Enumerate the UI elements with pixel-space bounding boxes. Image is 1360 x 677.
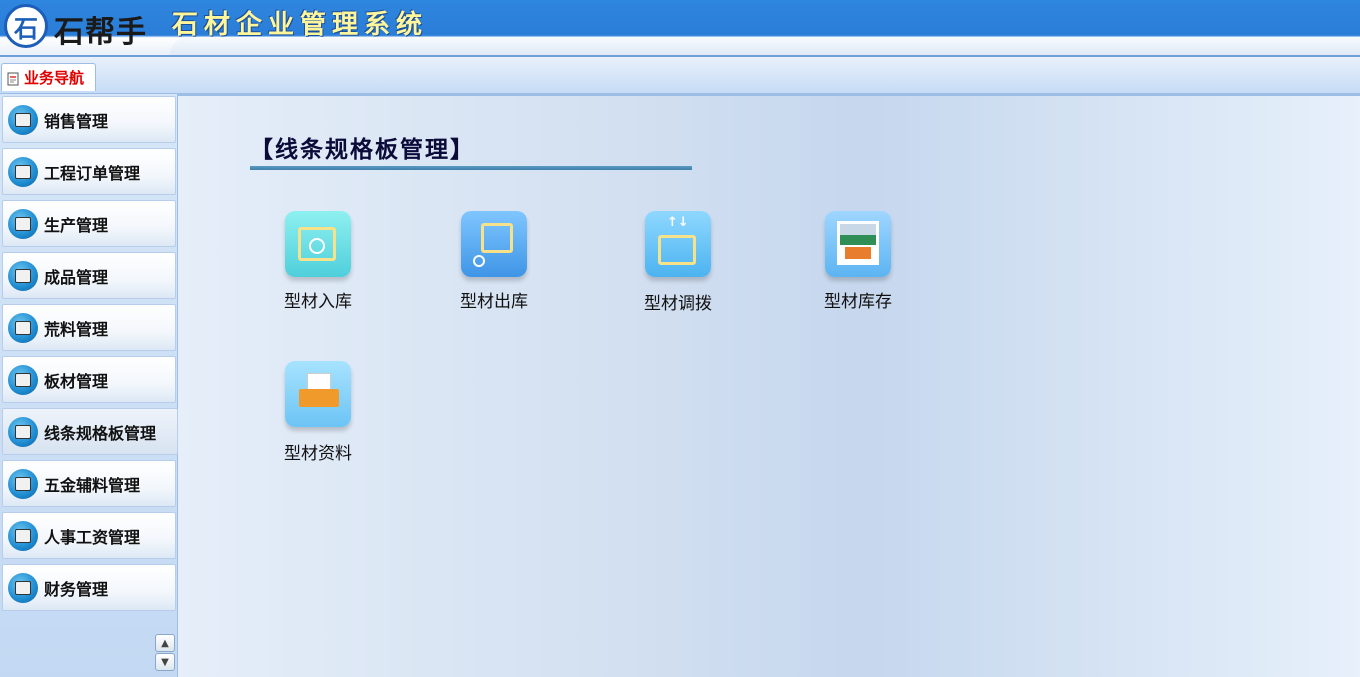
title-underline [250, 166, 692, 170]
tile-profile-transfer[interactable]: ↑↓ 型材调拨 [623, 211, 733, 314]
scroll-up-button[interactable]: ▲ [155, 634, 175, 652]
system-title: 石材企业管理系统 [172, 10, 429, 40]
sidebar-item-sales[interactable]: 销售管理 [2, 96, 176, 143]
line-board-icon [8, 416, 38, 447]
sidebar-item-label: 生产管理 [44, 215, 109, 235]
tile-label: 型材入库 [284, 292, 352, 312]
sidebar-item-label: 线条规格板管理 [44, 423, 157, 443]
scroll-down-button[interactable]: ▼ [155, 653, 175, 671]
hr-icon [8, 520, 38, 551]
sidebar-item-label: 财务管理 [44, 579, 109, 599]
chevron-down-icon: ▼ [161, 656, 169, 668]
clipboard-icon [6, 71, 20, 85]
slab-icon [8, 364, 38, 395]
tile-label: 型材资料 [284, 444, 352, 464]
sidebar-item-label: 板材管理 [44, 371, 109, 391]
hardware-icon [8, 468, 38, 499]
sidebar-item-label: 工程订单管理 [44, 163, 141, 183]
sidebar-item-hardware[interactable]: 五金辅料管理 [2, 460, 176, 507]
brand-name: 石帮手 [54, 15, 147, 50]
app-header: 石 石帮手 石材企业管理系统 [0, 0, 1360, 57]
logo-icon: 石 [4, 4, 48, 48]
sidebar-item-finished-goods[interactable]: 成品管理 [2, 252, 176, 299]
warehouse-in-icon [285, 211, 351, 277]
sidebar-item-production[interactable]: 生产管理 [2, 200, 176, 247]
sales-icon [8, 104, 38, 135]
sidebar-item-slabs[interactable]: 板材管理 [2, 356, 176, 403]
documents-icon [285, 361, 351, 427]
sidebar-item-label: 荒料管理 [44, 319, 109, 339]
transfer-icon: ↑↓ [645, 211, 711, 277]
page-title: 【线条规格板管理】 [250, 136, 475, 163]
tab-label: 业务导航 [24, 69, 85, 87]
chevron-up-icon: ▲ [161, 637, 169, 649]
sidebar-item-raw-blocks[interactable]: 荒料管理 [2, 304, 176, 351]
sidebar-item-label: 销售管理 [44, 111, 109, 131]
sidebar-item-line-spec-boards[interactable]: 线条规格板管理 [2, 408, 178, 455]
sidebar-item-hr-payroll[interactable]: 人事工资管理 [2, 512, 176, 559]
finance-icon [8, 572, 38, 603]
tab-bar: 业务导航 [0, 57, 1360, 94]
tile-profile-inventory[interactable]: 型材库存 [803, 211, 913, 312]
production-icon [8, 208, 38, 239]
sidebar-item-project-orders[interactable]: 工程订单管理 [2, 148, 176, 195]
tile-label: 型材库存 [824, 292, 892, 312]
main-content: 【线条规格板管理】 型材入库 型材出库 ↑↓ 型材调拨 型材库存 型材资料 [178, 94, 1360, 677]
tile-profile-outbound[interactable]: 型材出库 [439, 211, 549, 312]
sidebar-item-finance[interactable]: 财务管理 [2, 564, 176, 611]
tile-label: 型材出库 [460, 292, 528, 312]
warehouse-out-icon [461, 211, 527, 277]
tile-profile-records[interactable]: 型材资料 [263, 361, 373, 464]
raw-block-icon [8, 312, 38, 343]
sidebar-item-label: 人事工资管理 [44, 527, 141, 547]
tab-business-navigation[interactable]: 业务导航 [1, 63, 96, 91]
sidebar-item-label: 五金辅料管理 [44, 475, 141, 495]
tile-profile-inbound[interactable]: 型材入库 [263, 211, 373, 312]
basket-icon [8, 156, 38, 187]
sidebar-item-label: 成品管理 [44, 267, 109, 287]
sidebar: 销售管理 工程订单管理 生产管理 成品管理 荒料管理 板材管理 线条规格板管理 … [0, 94, 178, 677]
inventory-icon [825, 211, 891, 277]
finished-goods-icon [8, 260, 38, 291]
tile-label: 型材调拨 [644, 294, 712, 314]
